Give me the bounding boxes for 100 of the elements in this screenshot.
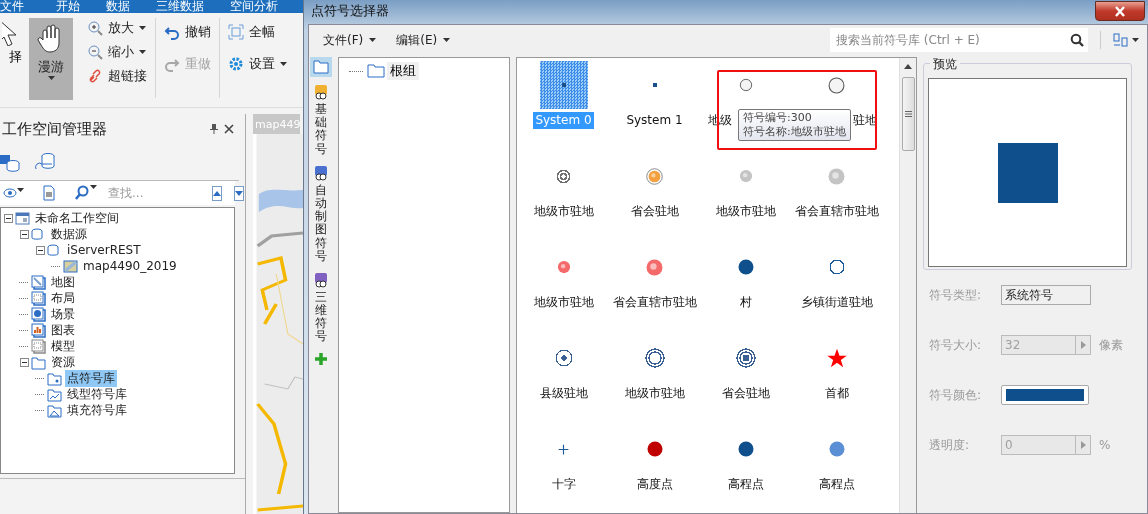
side-tab[interactable]: 基础符号 bbox=[314, 83, 328, 158]
menu-button[interactable]: 文件(F) bbox=[319, 29, 381, 51]
view-dropdown[interactable] bbox=[0, 188, 27, 198]
close-button[interactable] bbox=[1095, 1, 1145, 21]
link-button[interactable]: 超链接 bbox=[85, 66, 149, 86]
previous-button[interactable] bbox=[212, 185, 222, 201]
folder-icon bbox=[367, 64, 385, 78]
tree-item[interactable]: 线型符号库 bbox=[65, 385, 129, 403]
undo-button[interactable]: 撤销 bbox=[162, 18, 213, 46]
map-icon bbox=[31, 274, 46, 290]
color-swatch[interactable] bbox=[1001, 385, 1089, 405]
library-icon bbox=[314, 165, 328, 182]
layout-icon bbox=[31, 290, 46, 306]
settings-button[interactable]: 设置 bbox=[226, 50, 289, 78]
zoomin-button[interactable]: 放大 bbox=[85, 18, 149, 38]
workspace-icon bbox=[15, 210, 30, 226]
folder-icon bbox=[47, 370, 62, 386]
fullextent-button[interactable]: 全幅 bbox=[226, 18, 289, 46]
symbol-item[interactable]: 高程点 bbox=[791, 425, 882, 514]
scroll-up-icon[interactable] bbox=[904, 64, 913, 69]
pan-tool-button[interactable]: 漫游 bbox=[29, 18, 73, 100]
grip-icon bbox=[904, 111, 912, 117]
add-icon[interactable] bbox=[314, 351, 328, 366]
collapse-toggle[interactable] bbox=[20, 229, 29, 239]
menu-button[interactable]: 编辑(E) bbox=[392, 29, 455, 51]
search-field[interactable]: 搜索当前符号库 (Ctrl + E) bbox=[830, 28, 1088, 52]
tree-item[interactable]: 点符号库 bbox=[65, 369, 117, 387]
redo-icon bbox=[164, 56, 180, 72]
collapse-toggle[interactable] bbox=[36, 245, 45, 255]
symbol-item[interactable]: 省会驻地 bbox=[609, 152, 700, 243]
tree-item[interactable]: 资源 bbox=[49, 353, 77, 371]
tree-item[interactable]: 填充符号库 bbox=[65, 401, 129, 419]
menu-item[interactable]: 数据 bbox=[106, 0, 130, 13]
layout-icon bbox=[1113, 33, 1129, 47]
library-icon bbox=[314, 272, 328, 289]
tree-item[interactable]: 布局 bbox=[49, 289, 77, 307]
symbol-item[interactable]: 地级市驻地 bbox=[518, 243, 609, 334]
search-icon bbox=[74, 185, 90, 201]
database-icon bbox=[31, 226, 46, 242]
symbol-item[interactable]: 乡镇街道驻地 bbox=[791, 243, 882, 334]
folder-tab[interactable] bbox=[310, 57, 332, 77]
symbol-item[interactable]: 省会直辖市驻地 bbox=[609, 243, 700, 334]
zoom-in-icon bbox=[87, 20, 103, 36]
zoomout-button[interactable]: 缩小 bbox=[85, 42, 149, 62]
select-tool-button[interactable]: 择 bbox=[0, 18, 22, 98]
settings-icon bbox=[228, 56, 244, 72]
tree-item[interactable]: 图表 bbox=[49, 321, 77, 339]
tree-item[interactable]: 未命名工作空间 bbox=[33, 209, 121, 227]
symbol-item[interactable]: 省会直辖市驻地 bbox=[791, 152, 882, 243]
close-icon bbox=[224, 124, 234, 134]
symbol-item[interactable]: 村 bbox=[700, 243, 791, 334]
undo-icon bbox=[164, 24, 180, 40]
type-field[interactable]: 系统符号 bbox=[1001, 285, 1091, 305]
folder-icon bbox=[313, 60, 329, 74]
symbol-item[interactable]: 地级市驻地 bbox=[609, 334, 700, 425]
tree-item[interactable]: 地图 bbox=[49, 273, 77, 291]
menu-item[interactable]: 三维数据 bbox=[156, 0, 204, 13]
symbol-item[interactable]: 省会驻地 bbox=[700, 334, 791, 425]
side-tab[interactable]: 自动制图符号 bbox=[314, 163, 328, 265]
field-label: 透明度: bbox=[929, 436, 971, 454]
field-label: 符号大小: bbox=[929, 336, 983, 354]
symbol-item[interactable]: 县级驻地 bbox=[518, 334, 609, 425]
chart-icon bbox=[31, 322, 46, 338]
tree-item[interactable]: iServerREST bbox=[65, 243, 143, 257]
symbol-item[interactable]: 地级市驻地 bbox=[518, 152, 609, 243]
database-icon bbox=[47, 242, 62, 258]
side-tab[interactable]: 三维符号 bbox=[314, 270, 328, 346]
view-mode-button[interactable] bbox=[1113, 33, 1139, 47]
menu-item[interactable]: 开始 bbox=[56, 0, 80, 13]
link-icon bbox=[87, 68, 103, 84]
pin-button[interactable] bbox=[207, 124, 221, 134]
tree-item[interactable]: 数据源 bbox=[49, 225, 89, 243]
caret-icon bbox=[17, 188, 24, 192]
menu-item[interactable]: 空间分析 bbox=[230, 0, 278, 13]
symbol-item[interactable]: 高程点 bbox=[700, 425, 791, 514]
symbol-item[interactable]: 高度点 bbox=[609, 425, 700, 514]
scrollbar-thumb[interactable] bbox=[901, 77, 915, 151]
model-icon bbox=[31, 338, 46, 354]
tree-item[interactable]: 根组 bbox=[387, 62, 419, 80]
caret-icon bbox=[443, 38, 451, 42]
symbol-item[interactable]: System 1 bbox=[609, 61, 700, 152]
search-icon[interactable] bbox=[1070, 33, 1084, 47]
symbol-item[interactable]: 地级市驻地 bbox=[700, 152, 791, 243]
menu-item[interactable]: 文件 bbox=[0, 0, 24, 13]
tree-item[interactable]: 模型 bbox=[49, 337, 77, 355]
field-label: 符号颜色: bbox=[929, 386, 983, 404]
up-triangle-icon bbox=[213, 190, 221, 196]
close-button[interactable] bbox=[221, 124, 237, 134]
caret-icon bbox=[1132, 38, 1139, 42]
collapse-toggle[interactable] bbox=[4, 213, 13, 223]
caret-icon bbox=[90, 185, 97, 189]
symbol-item[interactable]: 十字 bbox=[518, 425, 609, 514]
library-icon bbox=[314, 85, 328, 101]
symbol-item[interactable]: 首都 bbox=[791, 334, 882, 425]
tree-item[interactable]: map4490_2019 bbox=[81, 259, 179, 273]
tree-item[interactable]: 场景 bbox=[49, 305, 77, 323]
collapse-toggle[interactable] bbox=[20, 357, 29, 367]
unit-label: % bbox=[1099, 438, 1111, 452]
dialog-title: 点符号选择器 bbox=[311, 2, 390, 20]
next-button[interactable] bbox=[234, 185, 244, 201]
